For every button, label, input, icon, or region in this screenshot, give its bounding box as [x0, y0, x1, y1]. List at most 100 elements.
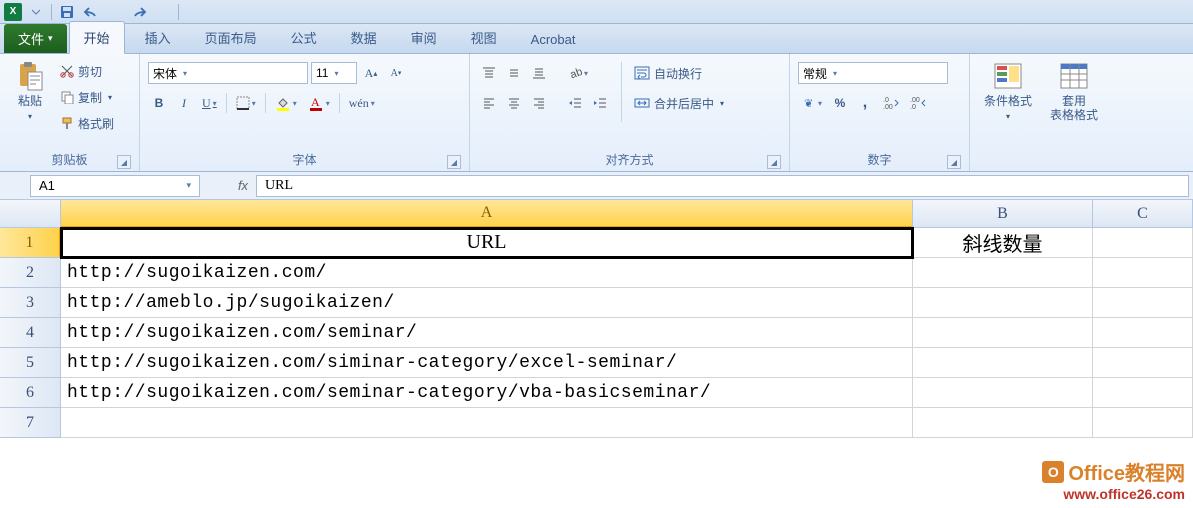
- decrease-font-button[interactable]: A▾: [385, 62, 407, 84]
- cell[interactable]: [1093, 288, 1193, 318]
- redo-button[interactable]: [128, 2, 150, 22]
- font-size-combo[interactable]: 11: [311, 62, 357, 84]
- increase-decimal-button[interactable]: .0.00: [879, 92, 903, 114]
- svg-text:A: A: [311, 95, 320, 109]
- group-font: 宋体 11 A▴ A▾ B I U A wén 字体◢: [140, 54, 470, 171]
- font-dialog-launcher[interactable]: ◢: [447, 155, 461, 169]
- cell[interactable]: [1093, 348, 1193, 378]
- cell[interactable]: [1093, 318, 1193, 348]
- align-middle-button[interactable]: [503, 62, 525, 84]
- align-top-button[interactable]: [478, 62, 500, 84]
- clipboard-dialog-launcher[interactable]: ◢: [117, 155, 131, 169]
- tab-formulas[interactable]: 公式: [277, 22, 331, 53]
- row-header[interactable]: 7: [0, 408, 61, 438]
- align-bottom-button[interactable]: [528, 62, 550, 84]
- phonetic-button[interactable]: wén: [345, 92, 379, 114]
- qat-customize[interactable]: [183, 2, 205, 22]
- undo-button[interactable]: [80, 2, 102, 22]
- tab-insert[interactable]: 插入: [131, 22, 185, 53]
- cell-a1[interactable]: URL: [61, 228, 913, 258]
- italic-button[interactable]: I: [173, 92, 195, 114]
- orientation-button[interactable]: ab: [564, 62, 592, 84]
- border-button[interactable]: [232, 92, 260, 114]
- decrease-indent-button[interactable]: [564, 92, 586, 114]
- group-label-number: 数字: [867, 153, 891, 167]
- bold-button[interactable]: B: [148, 92, 170, 114]
- align-left-button[interactable]: [478, 92, 500, 114]
- format-painter-button[interactable]: 格式刷: [58, 112, 116, 134]
- cell[interactable]: http://ameblo.jp/sugoikaizen/: [61, 288, 913, 318]
- redo-dropdown[interactable]: [152, 2, 174, 22]
- conditional-format-button[interactable]: 条件格式▾: [978, 58, 1038, 123]
- cell[interactable]: [1093, 258, 1193, 288]
- column-header-b[interactable]: B: [913, 200, 1093, 228]
- merge-center-button[interactable]: 合并后居中▾: [632, 92, 726, 114]
- worksheet-grid: A B C 1 URL 斜线数量 2 http://sugoikaizen.co…: [0, 200, 1193, 438]
- row-header[interactable]: 1: [0, 228, 61, 258]
- align-center-button[interactable]: [503, 92, 525, 114]
- cell[interactable]: [913, 378, 1093, 408]
- cut-button[interactable]: 剪切: [58, 60, 116, 82]
- underline-button[interactable]: U: [198, 92, 221, 114]
- cell[interactable]: http://sugoikaizen.com/siminar-category/…: [61, 348, 913, 378]
- svg-text:.00: .00: [883, 104, 893, 110]
- increase-indent-button[interactable]: [589, 92, 611, 114]
- fx-icon[interactable]: fx: [230, 178, 256, 193]
- currency-button[interactable]: ❦: [798, 92, 826, 114]
- name-box[interactable]: A1: [30, 175, 200, 197]
- qat-dropdown[interactable]: [25, 2, 47, 22]
- format-as-table-button[interactable]: 套用 表格格式: [1044, 58, 1104, 123]
- font-name-combo[interactable]: 宋体: [148, 62, 308, 84]
- cell[interactable]: http://sugoikaizen.com/: [61, 258, 913, 288]
- cell[interactable]: [913, 348, 1093, 378]
- number-dialog-launcher[interactable]: ◢: [947, 155, 961, 169]
- cell[interactable]: [61, 408, 913, 438]
- row-header[interactable]: 6: [0, 378, 61, 408]
- align-right-button[interactable]: [528, 92, 550, 114]
- row-header[interactable]: 5: [0, 348, 61, 378]
- alignment-dialog-launcher[interactable]: ◢: [767, 155, 781, 169]
- copy-button[interactable]: 复制▾: [58, 86, 116, 108]
- tab-home[interactable]: 开始: [69, 21, 125, 54]
- cell[interactable]: [1093, 378, 1193, 408]
- number-format-combo[interactable]: 常规: [798, 62, 948, 84]
- cell[interactable]: [1093, 408, 1193, 438]
- wrap-text-button[interactable]: 自动换行: [632, 62, 726, 84]
- group-styles: 条件格式▾ 套用 表格格式: [970, 54, 1120, 171]
- row-header[interactable]: 4: [0, 318, 61, 348]
- formula-input[interactable]: URL: [256, 175, 1189, 197]
- tab-acrobat[interactable]: Acrobat: [517, 26, 590, 53]
- fill-color-button[interactable]: [271, 92, 301, 114]
- column-header-a[interactable]: A: [61, 200, 913, 228]
- group-alignment: ab 自动换行 合并后居中▾ 对齐方式◢: [470, 54, 790, 171]
- tab-review[interactable]: 审阅: [397, 22, 451, 53]
- cell[interactable]: http://sugoikaizen.com/seminar-category/…: [61, 378, 913, 408]
- column-header-c[interactable]: C: [1093, 200, 1193, 228]
- cell[interactable]: [913, 318, 1093, 348]
- file-tab[interactable]: 文件▾: [4, 24, 67, 53]
- increase-font-button[interactable]: A▴: [360, 62, 382, 84]
- save-button[interactable]: [56, 2, 78, 22]
- cell-c1[interactable]: [1093, 228, 1193, 258]
- tab-data[interactable]: 数据: [337, 22, 391, 53]
- cell[interactable]: http://sugoikaizen.com/seminar/: [61, 318, 913, 348]
- tab-page-layout[interactable]: 页面布局: [191, 22, 271, 53]
- undo-dropdown[interactable]: [104, 2, 126, 22]
- group-clipboard: 粘贴▾ 剪切 复制▾ 格式刷 剪贴板◢: [0, 54, 140, 171]
- row-header[interactable]: 2: [0, 258, 61, 288]
- tab-view[interactable]: 视图: [457, 22, 511, 53]
- font-color-button[interactable]: A: [304, 92, 334, 114]
- cell[interactable]: [913, 288, 1093, 318]
- cell[interactable]: [913, 408, 1093, 438]
- cell[interactable]: [913, 258, 1093, 288]
- formula-bar: A1 fx URL: [0, 172, 1193, 200]
- row-header[interactable]: 3: [0, 288, 61, 318]
- decrease-decimal-button[interactable]: .00.0: [906, 92, 930, 114]
- cell-b1[interactable]: 斜线数量: [913, 228, 1093, 258]
- office-logo-icon: O: [1042, 461, 1064, 483]
- select-all-corner[interactable]: [0, 200, 61, 228]
- paste-button[interactable]: 粘贴▾: [8, 58, 52, 123]
- ribbon-tabs: 文件▾ 开始 插入 页面布局 公式 数据 审阅 视图 Acrobat: [0, 24, 1193, 54]
- percent-button[interactable]: %: [829, 92, 851, 114]
- comma-button[interactable]: ,: [854, 92, 876, 114]
